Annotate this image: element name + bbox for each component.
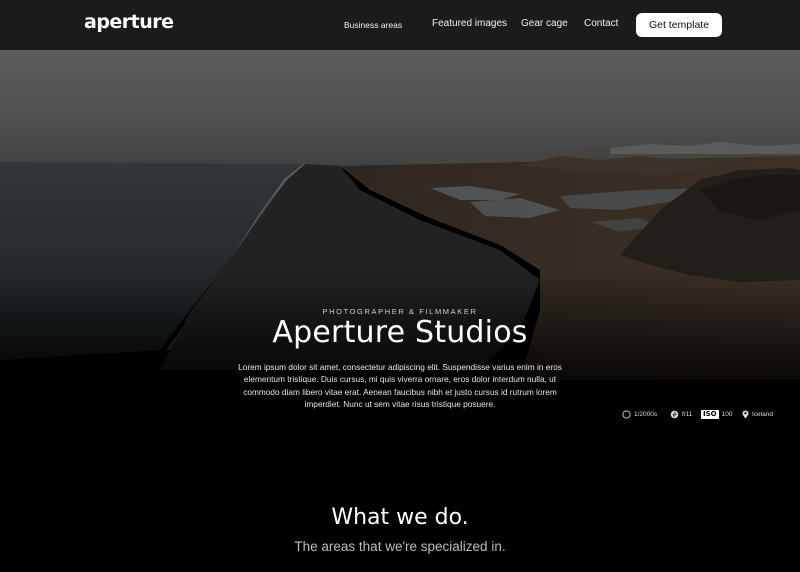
get-template-button[interactable]: Get template [636,13,722,37]
iso-icon: ISO [701,410,719,419]
hero-title: Aperture Studios [272,315,528,350]
nav-link-featured-images[interactable]: Featured images [432,18,507,29]
spec-location-value: Iceland [752,411,773,418]
spec-aperture: f/11 [670,410,692,419]
nav-link-business-areas[interactable]: Business areas [344,20,402,30]
spec-iso-value: 100 [721,411,733,418]
spec-shutter-value: 1/2000s [634,411,658,418]
spec-aperture-value: f/11 [682,411,693,418]
spec-shutter: 1/2000s [622,410,657,419]
top-navigation-bar: aperture Business areas Featured images … [0,0,800,50]
shutter-icon [622,410,631,419]
aperture-logo[interactable]: aperture [84,11,174,33]
hero-section: PHOTOGRAPHER & FILMMAKER Aperture Studio… [0,50,800,572]
hero-description: Lorem ipsum dolor sit amet, consectetur … [238,362,562,409]
aperture-icon [670,410,679,419]
nav-link-contact[interactable]: Contact [584,18,618,29]
spec-location: Iceland [742,410,773,419]
section-title: What we do. [331,505,469,530]
section-subtitle: The areas that we're specialized in. [294,539,506,554]
location-pin-icon [742,410,749,419]
spec-iso: ISO 100 [701,410,732,419]
nav-link-gear-cage[interactable]: Gear cage [521,18,568,29]
camera-specs: 1/2000s f/11 ISO 100 Iceland [0,410,800,424]
